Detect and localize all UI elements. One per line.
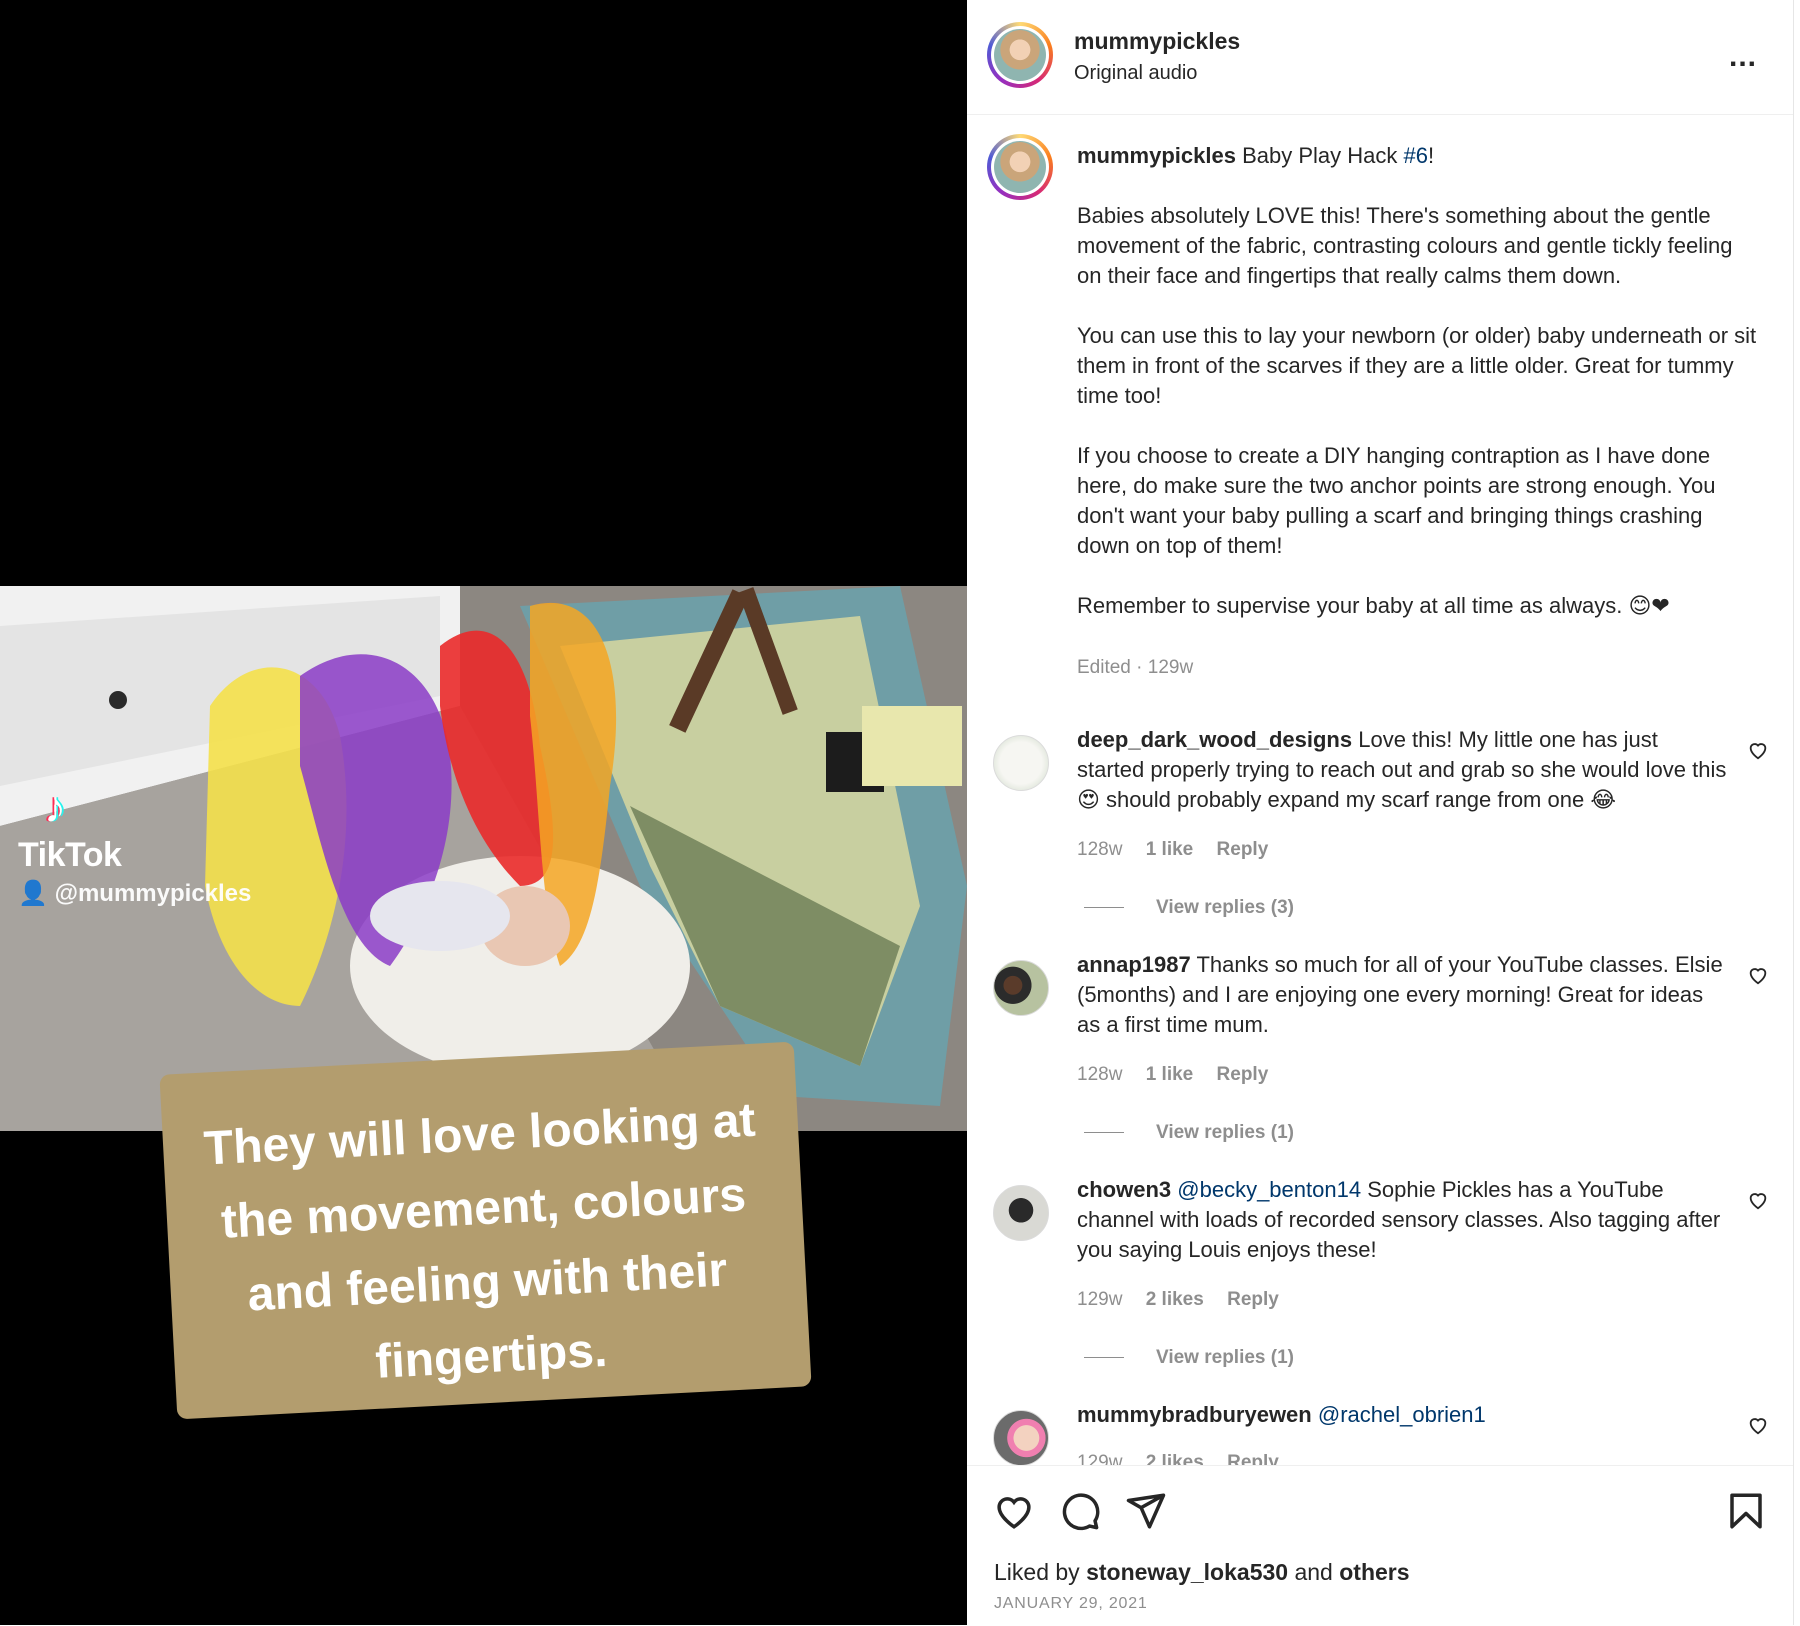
post-sidebar: mummypickles Original audio ... mummypic… (967, 0, 1793, 1626)
caption-paragraph: If you choose to create a DIY hanging co… (1077, 443, 1716, 558)
comment-meta: 129w 2 likes Reply (1077, 1289, 1297, 1311)
heart-icon[interactable] (993, 1490, 1035, 1532)
caption-paragraph: You can use this to lay your newborn (or… (1077, 323, 1757, 408)
like-comment-icon[interactable] (1747, 1189, 1769, 1211)
comment-mention[interactable]: @rachel_obrien1 (1318, 1402, 1486, 1427)
caption-title: Baby Play Hack (1242, 143, 1404, 168)
post-caption: mummypickles Baby Play Hack #6! Babies a… (1077, 141, 1757, 621)
comment-age: 129w (1077, 1289, 1123, 1310)
author-avatar[interactable] (987, 22, 1053, 88)
comment-likes[interactable]: 1 like (1146, 839, 1194, 860)
comment-icon[interactable] (1059, 1490, 1101, 1532)
comment-age: 129w (1077, 1452, 1123, 1465)
author-username[interactable]: mummypickles (1074, 28, 1240, 55)
view-replies-button[interactable]: View replies (1) (1084, 1122, 1294, 1144)
liked-by-user[interactable]: stoneway_loka530 (1086, 1559, 1288, 1585)
caption-avatar[interactable] (987, 134, 1053, 200)
comments-list[interactable]: mummypickles Baby Play Hack #6! Babies a… (967, 115, 1793, 1465)
tiktok-watermark: ♪ TikTok 👤 @mummypickles (18, 786, 251, 908)
caption-username[interactable]: mummypickles (1077, 143, 1236, 168)
commenter-avatar[interactable] (993, 1410, 1049, 1465)
comment-text: Sophie Pickles has a YouTube channel wit… (1077, 1177, 1721, 1262)
liked-by-others[interactable]: others (1339, 1559, 1409, 1585)
comment-mention[interactable]: @becky_benton14 (1177, 1177, 1361, 1202)
more-icon[interactable]: ... (1729, 40, 1757, 74)
comment-meta: 128w 1 like Reply (1077, 1064, 1286, 1086)
commenter-avatar[interactable] (993, 960, 1049, 1016)
commenter-username[interactable]: chowen3 (1077, 1177, 1171, 1202)
commenter-avatar[interactable] (993, 735, 1049, 791)
comment-likes[interactable]: 2 likes (1146, 1452, 1204, 1465)
comment-likes[interactable]: 2 likes (1146, 1289, 1204, 1310)
comment-age: 128w (1077, 839, 1123, 860)
watermark-handle: 👤 @mummypickles (18, 880, 252, 907)
reply-button[interactable]: Reply (1227, 1289, 1279, 1310)
caption-paragraph: Remember to supervise your baby at all t… (1077, 593, 1670, 618)
post-date: JANUARY 29, 2021 (994, 1595, 1148, 1612)
liked-by: Liked by stoneway_loka530 and others (994, 1559, 1410, 1585)
caption-meta: Edited · 129w (1077, 657, 1194, 678)
overlay-text: They will love looking at the movement, … (202, 1093, 757, 1389)
tiktok-icon: ♪ (44, 783, 66, 832)
comment-likes[interactable]: 1 like (1146, 1064, 1194, 1085)
view-replies-button[interactable]: View replies (3) (1084, 897, 1294, 919)
reply-button[interactable]: Reply (1217, 1064, 1269, 1085)
reply-button[interactable]: Reply (1227, 1452, 1279, 1465)
audio-label[interactable]: Original audio (1074, 62, 1197, 85)
caption-hashtag[interactable]: #6 (1404, 143, 1428, 168)
like-comment-icon[interactable] (1747, 1414, 1769, 1436)
user-icon: 👤 (18, 880, 48, 907)
video-caption-overlay: They will love looking at the movement, … (159, 1041, 812, 1420)
commenter-username[interactable]: mummybradburyewen (1077, 1402, 1312, 1427)
like-comment-icon[interactable] (1747, 964, 1769, 986)
comment-meta: 129w 2 likes Reply (1077, 1452, 1297, 1465)
commenter-avatar[interactable] (993, 1185, 1049, 1241)
post-actions: Liked by stoneway_loka530 and others JAN… (967, 1465, 1793, 1626)
commenter-username[interactable]: annap1987 (1077, 952, 1191, 977)
post-media[interactable]: ♪ TikTok 👤 @mummypickles They will love … (0, 0, 967, 1625)
post-header: mummypickles Original audio ... (967, 0, 1793, 115)
share-icon[interactable] (1125, 1490, 1167, 1532)
view-replies-button[interactable]: View replies (1) (1084, 1347, 1294, 1369)
comment-meta: 128w 1 like Reply (1077, 839, 1286, 861)
comment-age: 128w (1077, 1064, 1123, 1085)
commenter-username[interactable]: deep_dark_wood_designs (1077, 727, 1352, 752)
like-comment-icon[interactable] (1747, 739, 1769, 761)
reply-button[interactable]: Reply (1217, 839, 1269, 860)
caption-paragraph: Babies absolutely LOVE this! There's som… (1077, 203, 1733, 288)
bookmark-icon[interactable] (1725, 1490, 1767, 1532)
scrollbar[interactable] (1793, 0, 1800, 1625)
watermark-brand: TikTok (18, 836, 122, 874)
